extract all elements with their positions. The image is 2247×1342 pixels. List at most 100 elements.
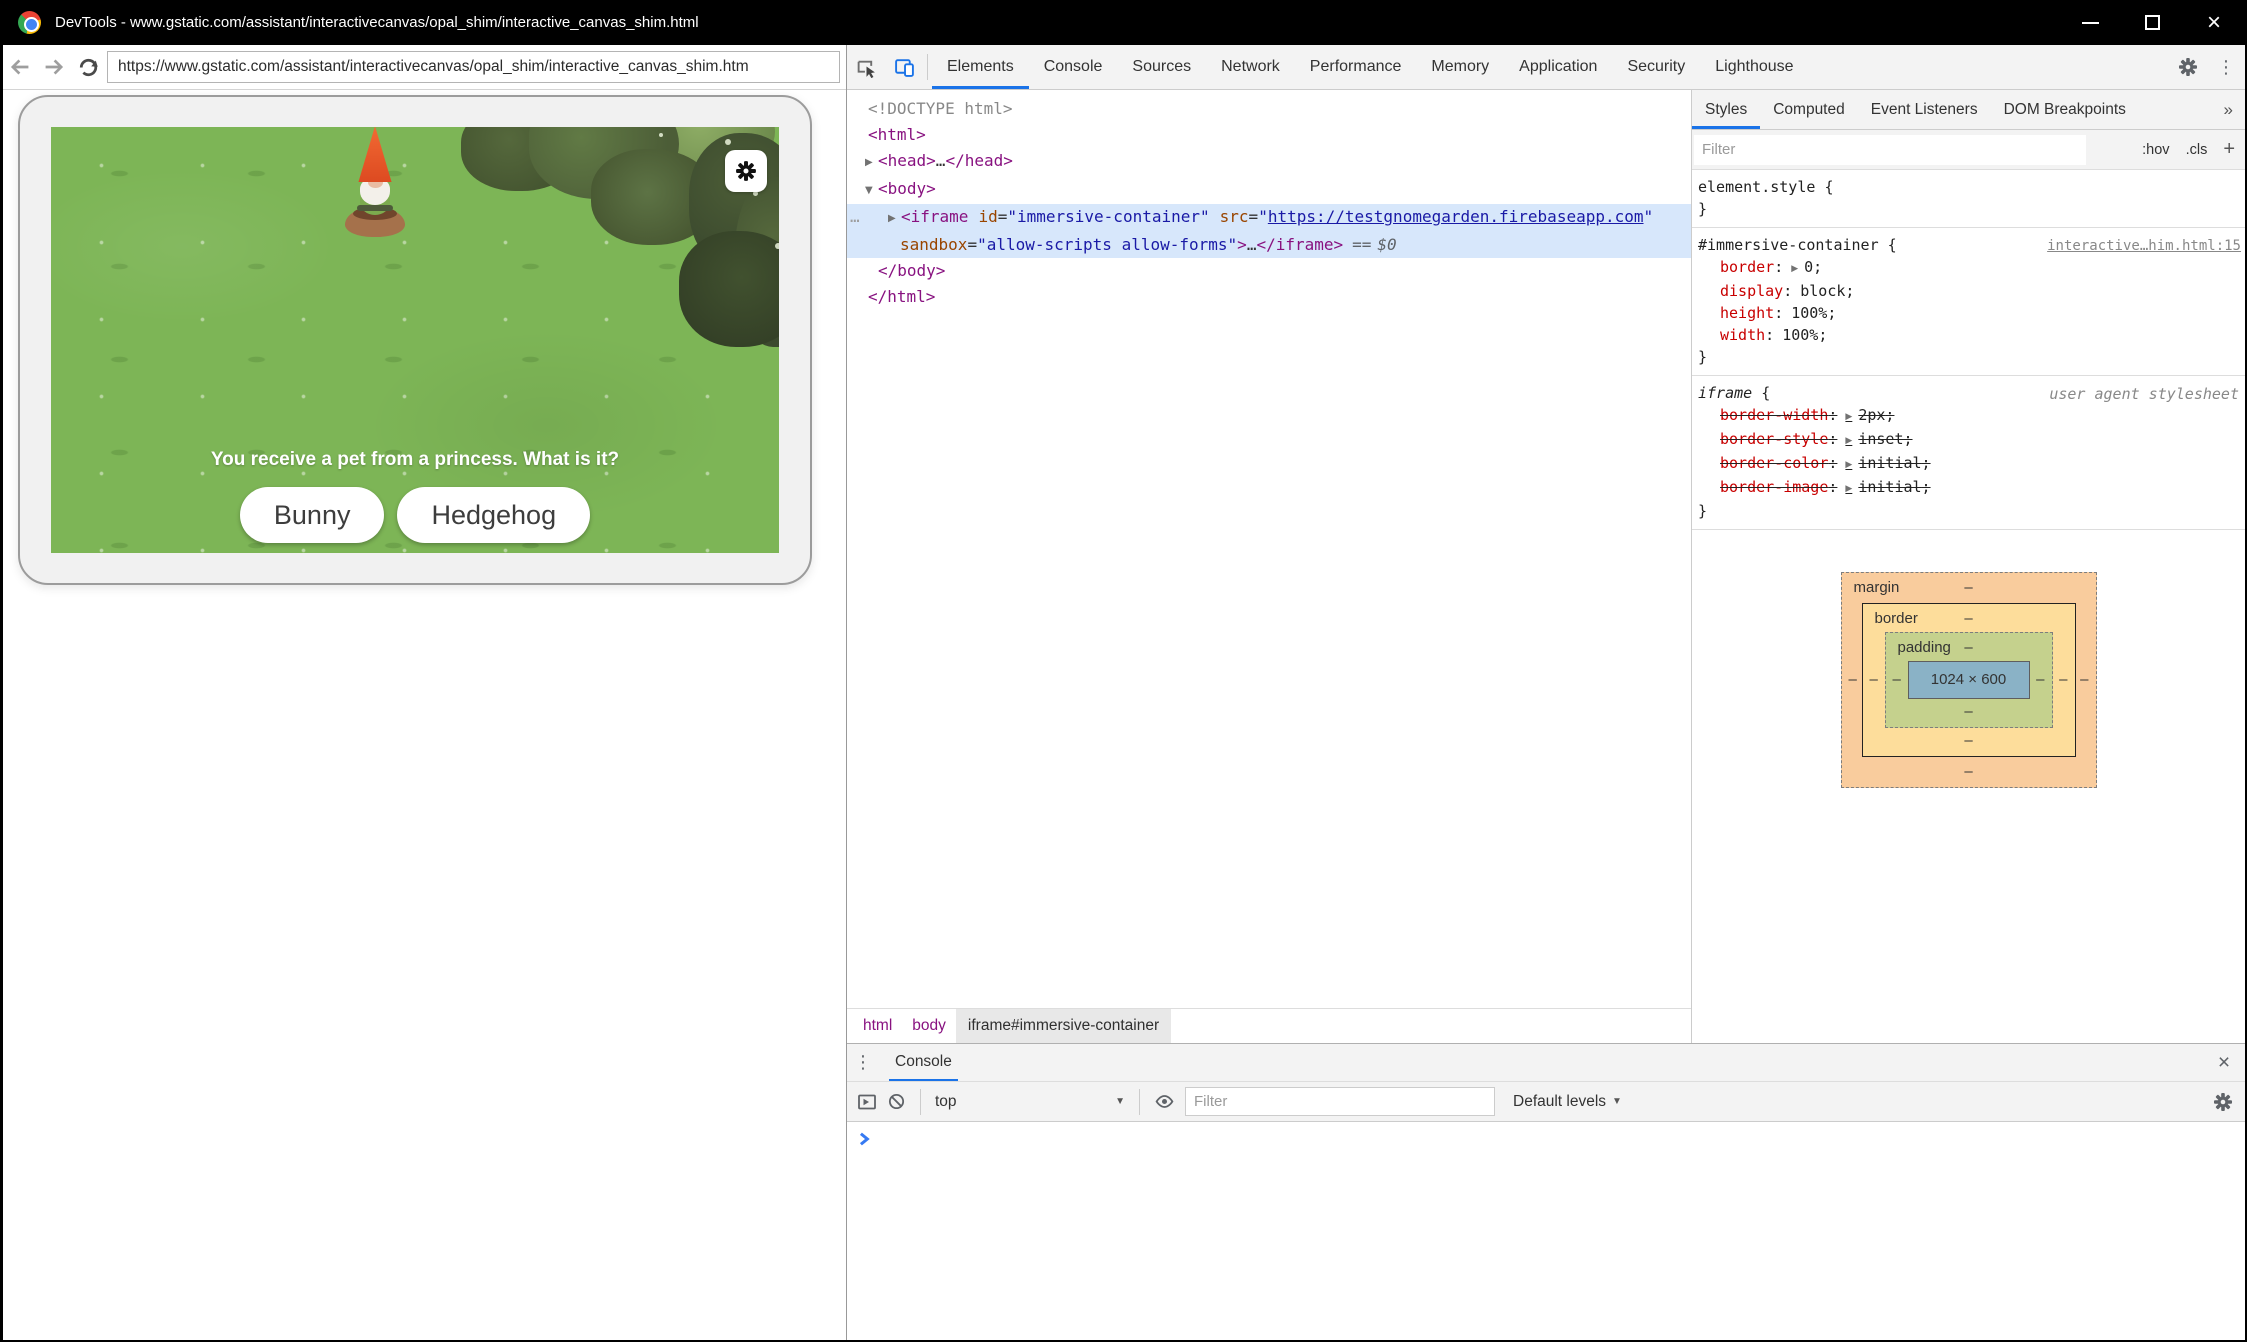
tab-event-listeners[interactable]: Event Listeners	[1858, 90, 1991, 129]
forward-button[interactable]	[37, 50, 71, 84]
console-drawer: ⋮ Console × top ▼	[847, 1043, 2245, 1340]
eye-icon	[1154, 1091, 1175, 1112]
log-levels-dropdown[interactable]: Default levels ▼	[1513, 1093, 1622, 1111]
user-agent-stylesheet-label: user agent stylesheet	[2049, 383, 2239, 405]
clear-console-button[interactable]	[887, 1092, 906, 1111]
expand-arrow-icon[interactable]: ▶	[1845, 412, 1852, 422]
bunny-button[interactable]: Bunny	[240, 487, 385, 543]
maximize-icon	[2145, 15, 2160, 30]
console-filter-input[interactable]	[1185, 1087, 1495, 1116]
title-bar: DevTools - www.gstatic.com/assistant/int…	[3, 0, 2245, 45]
iframe-node-selected[interactable]: … ▶<iframeid="immersive-container"src="h…	[847, 204, 1691, 258]
body-close-node[interactable]: </body>	[847, 258, 1691, 284]
css-property-border-image-overridden[interactable]: border-image:▶initial;	[1698, 476, 2241, 500]
back-arrow-icon	[8, 55, 32, 79]
head-node[interactable]: ▶<head>…</head>	[847, 148, 1691, 176]
inspect-element-button[interactable]	[847, 45, 885, 89]
css-property-width[interactable]: width:100%;	[1698, 324, 2241, 346]
node-overflow-dots[interactable]: …	[850, 204, 861, 230]
device-toolbar-toggle[interactable]	[885, 45, 923, 89]
html-close-node[interactable]: </html>	[847, 284, 1691, 310]
devtools-window: DevTools - www.gstatic.com/assistant/int…	[0, 0, 2247, 1342]
content-dimensions: 1024 × 600	[1931, 669, 2007, 691]
tab-dom-breakpoints[interactable]: DOM Breakpoints	[1991, 90, 2139, 129]
expand-arrow-icon[interactable]: ▶	[865, 150, 878, 176]
css-property-border[interactable]: border:▶0;	[1698, 256, 2241, 280]
game-settings-button[interactable]	[725, 150, 767, 192]
html-open-node[interactable]: <html>	[847, 122, 1691, 148]
inline-style-rule[interactable]: element.style { }	[1692, 170, 2245, 228]
hedgehog-button[interactable]: Hedgehog	[397, 487, 590, 543]
box-model-content[interactable]: 1024 × 600	[1908, 661, 2030, 699]
devtools-settings-button[interactable]	[2169, 45, 2207, 89]
gear-icon	[735, 160, 757, 182]
more-tabs-button[interactable]: »	[2224, 100, 2245, 120]
maximize-button[interactable]	[2121, 0, 2183, 45]
choice-buttons: Bunny Hedgehog	[51, 487, 779, 543]
back-button[interactable]	[3, 50, 37, 84]
expand-arrow-icon[interactable]: ▶	[1845, 460, 1852, 470]
drawer-tab-console[interactable]: Console	[889, 1044, 958, 1081]
tab-elements[interactable]: Elements	[932, 45, 1029, 89]
tab-memory[interactable]: Memory	[1416, 45, 1504, 89]
devtools-menu-button[interactable]: ⋮	[2207, 45, 2245, 89]
drawer-close-button[interactable]: ×	[2203, 1044, 2245, 1081]
css-property-border-style-overridden[interactable]: border-style:▶inset;	[1698, 428, 2241, 452]
breadcrumb-iframe-selected[interactable]: iframe#immersive-container	[956, 1009, 1171, 1043]
expand-arrow-icon[interactable]: ▶	[1845, 484, 1852, 494]
execution-context-selector[interactable]: top ▼	[935, 1093, 1125, 1111]
breadcrumb-body[interactable]: body	[902, 1009, 956, 1043]
game-prompt-text: You receive a pet from a princess. What …	[51, 449, 779, 471]
minimize-button[interactable]	[2059, 0, 2121, 45]
box-model-border[interactable]: border – – – – padding – – –	[1862, 603, 2076, 757]
expand-arrow-icon[interactable]: ▶	[888, 206, 901, 232]
toggle-class-button[interactable]: .cls	[2186, 142, 2208, 158]
drawer-menu-button[interactable]: ⋮	[847, 1044, 879, 1081]
expand-arrow-icon[interactable]: ▶	[1791, 264, 1798, 274]
expand-arrow-icon[interactable]: ▶	[1845, 436, 1852, 446]
styles-filter-input[interactable]	[1694, 135, 2086, 165]
reload-button[interactable]	[71, 50, 105, 84]
tab-computed[interactable]: Computed	[1760, 90, 1858, 129]
styles-tab-bar: Styles Computed Event Listeners DOM Brea…	[1692, 90, 2245, 130]
toggle-hover-state-button[interactable]: :hov	[2142, 142, 2169, 158]
iframe-user-agent-rule[interactable]: user agent stylesheet iframe { border-wi…	[1692, 376, 2245, 530]
tab-network[interactable]: Network	[1206, 45, 1295, 89]
tab-lighthouse[interactable]: Lighthouse	[1700, 45, 1808, 89]
css-property-border-color-overridden[interactable]: border-color:▶initial;	[1698, 452, 2241, 476]
stylesheet-source-link[interactable]: interactive…him.html:15	[2047, 235, 2241, 257]
close-icon: ×	[2218, 1051, 2230, 1075]
tab-styles[interactable]: Styles	[1692, 90, 1760, 129]
page-content: You receive a pet from a princess. What …	[3, 90, 846, 1340]
body-node[interactable]: ▼<body>	[847, 176, 1691, 204]
console-settings-button[interactable]	[2213, 1092, 2233, 1112]
tab-console[interactable]: Console	[1029, 45, 1118, 89]
gnome-arms	[357, 205, 393, 211]
console-sidebar-toggle[interactable]	[857, 1092, 877, 1112]
box-model-margin[interactable]: margin – – – – border – – – –	[1841, 572, 2097, 788]
dom-tree: <!DOCTYPE html> <html> ▶<head>…</head> ▼…	[847, 90, 1691, 1008]
css-property-border-width-overridden[interactable]: border-width:▶2px;	[1698, 404, 2241, 428]
immersive-container-rule[interactable]: interactive…him.html:15 #immersive-conta…	[1692, 228, 2245, 376]
css-property-height[interactable]: height:100%;	[1698, 302, 2241, 324]
tab-performance[interactable]: Performance	[1295, 45, 1417, 89]
doctype-node[interactable]: <!DOCTYPE html>	[847, 96, 1691, 122]
devtools-tab-bar: Elements Console Sources Network Perform…	[847, 45, 2245, 90]
device-mode-icon	[894, 57, 915, 78]
tab-sources[interactable]: Sources	[1117, 45, 1206, 89]
close-button[interactable]: ×	[2183, 0, 2245, 45]
chevron-down-icon: ▼	[1612, 1096, 1622, 1107]
gear-icon	[2213, 1092, 2233, 1112]
iframe-src-link[interactable]: https://testgnomegarden.firebaseapp.com	[1268, 207, 1644, 226]
screencast-navbar	[3, 45, 846, 90]
css-property-display[interactable]: display:block;	[1698, 280, 2241, 302]
tab-security[interactable]: Security	[1612, 45, 1700, 89]
tab-application[interactable]: Application	[1504, 45, 1612, 89]
console-output[interactable]	[847, 1122, 2245, 1340]
collapse-arrow-icon[interactable]: ▼	[865, 178, 878, 204]
box-model-padding[interactable]: padding – – – – 1024 × 600	[1885, 632, 2053, 728]
new-style-rule-button[interactable]: +	[2223, 138, 2235, 161]
url-field[interactable]	[107, 51, 840, 83]
breadcrumb-html[interactable]: html	[853, 1009, 902, 1043]
live-expression-eye-button[interactable]	[1154, 1091, 1175, 1112]
